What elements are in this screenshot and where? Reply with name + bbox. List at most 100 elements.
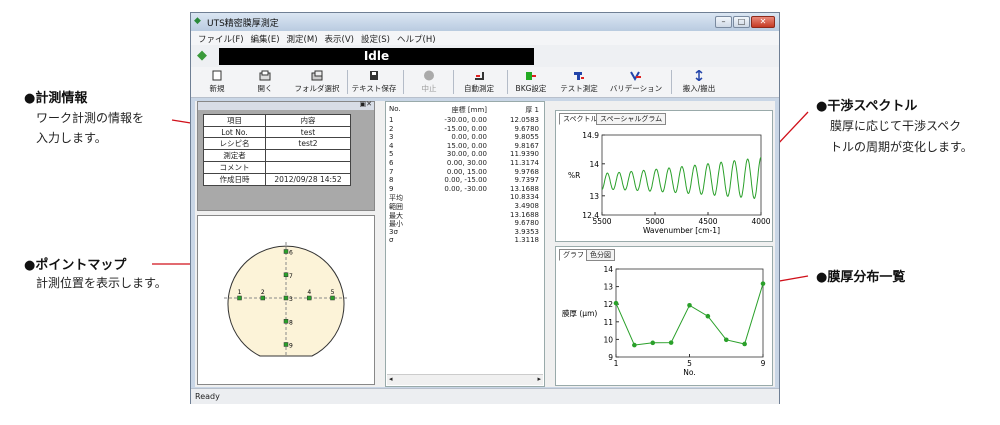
auto-measure-button[interactable]: 自動測定 [457, 67, 501, 97]
info-value-recipe[interactable]: test2 [265, 137, 351, 150]
folder-select-button[interactable]: フォルダ選択 [291, 67, 343, 97]
menu-view[interactable]: 表示(V) [325, 33, 354, 45]
tab-color-map[interactable]: 色分図 [586, 249, 615, 261]
list-cell-thickness: 9.8167 [514, 141, 540, 150]
list-row[interactable]: 2 -15.00, 0.00 9.6780 [389, 125, 539, 133]
map-point[interactable] [330, 295, 335, 301]
map-point[interactable] [283, 319, 289, 324]
x-tick-label: 5 [687, 359, 692, 368]
list-cell-thickness: 13.1688 [510, 184, 539, 193]
list-cell-no: σ [389, 236, 394, 245]
list-row[interactable]: 9 0.00, -30.00 13.1688 [389, 185, 539, 193]
list-cell-coord: -15.00, 0.00 [444, 124, 487, 133]
tab-graph[interactable]: グラフ [559, 249, 588, 261]
list-row[interactable]: 6 0.00, 30.00 11.3174 [389, 159, 539, 167]
list-row[interactable]: 最大 13.1688 [389, 211, 539, 220]
list-cell-no: 3σ [389, 227, 398, 236]
list-row[interactable]: 5 30.00, 0.00 11.9390 [389, 150, 539, 158]
list-row[interactable]: 最小 9.6780 [389, 219, 539, 228]
info-value-comment[interactable] [265, 161, 351, 174]
folder-icon [311, 70, 323, 81]
close-button[interactable]: ✕ [751, 16, 775, 28]
minimize-button[interactable]: – [715, 16, 732, 28]
stop-icon [424, 70, 434, 81]
menu-measure[interactable]: 測定(M) [287, 33, 318, 45]
spectrum-panel: スペクトル スペーシャルグラム 5500 5000 4500 4000 12.4 13 14… [555, 110, 773, 242]
test-measure-button[interactable]: テスト測定 [557, 67, 601, 97]
list-cell-thickness: 9.8055 [514, 133, 540, 142]
map-point-label: 4 [307, 289, 311, 296]
y-tick-label: 11 [603, 318, 613, 327]
bkg-settings-label: BKG設定 [515, 84, 547, 93]
validation-button[interactable]: バリデーション [607, 67, 665, 97]
list-row[interactable]: 7 0.00, 15.00 9.9768 [389, 168, 539, 176]
maximize-button[interactable]: □ [733, 16, 750, 28]
info-value-created: 2012/09/28 14:52 [265, 173, 351, 186]
list-row[interactable]: 範囲 3.4908 [389, 202, 540, 211]
list-row[interactable]: 3σ 3.9353 [389, 228, 539, 236]
map-point[interactable] [237, 295, 242, 301]
scroll-right-icon[interactable]: ▸ [537, 375, 541, 383]
bkg-settings-button[interactable]: BKG設定 [511, 67, 551, 97]
list-row[interactable]: 4 15.00, 0.00 9.8167 [389, 142, 539, 150]
load-unload-button[interactable]: 搬入/搬出 [677, 67, 721, 97]
toolbar-separator [671, 70, 672, 94]
y-tick-label: 13 [603, 283, 613, 292]
info-value-lot[interactable]: test [265, 126, 351, 138]
list-cell-thickness: 3.4908 [514, 202, 540, 210]
thickness-distribution-panel: グラフ 色分図 1 5 9 9 10 11 12 13 14 No. 膜厚 (μm) [555, 246, 773, 386]
list-header-coord: 座標 [mm] [451, 106, 487, 114]
panel-close-icon[interactable]: ▣✕ [360, 100, 372, 108]
menu-edit[interactable]: 編集(E) [251, 33, 280, 45]
map-point-label: 7 [289, 273, 293, 280]
tab-spatialgram[interactable]: スペーシャルグラム [596, 113, 667, 125]
save-text-label: テキスト保存 [351, 84, 397, 93]
info-key: 測定者 [203, 149, 266, 162]
scroll-left-icon[interactable]: ◂ [389, 375, 393, 383]
list-row[interactable]: 平均 10.8334 [389, 193, 539, 202]
toolbar-separator [403, 70, 404, 94]
list-row[interactable]: 3 0.00, 0.00 9.8055 [389, 133, 539, 141]
y-tick-label: 10 [603, 335, 613, 344]
info-header-content: 内容 [265, 114, 351, 127]
toolbar: 新規 開く フォルダ選択 テキスト保存 中止 自動測定 BKG設定 テスト測定 … [191, 67, 779, 98]
info-key: レシピ名 [203, 137, 266, 150]
menu-help[interactable]: ヘルプ(H) [397, 33, 436, 45]
thickness-chart: 1 5 9 9 10 11 12 13 14 No. 膜厚 (μm) [562, 265, 766, 377]
map-point-label: 5 [331, 289, 335, 296]
info-value-operator[interactable] [265, 149, 351, 162]
menu-file[interactable]: ファイル(F) [198, 33, 244, 45]
thickness-point [705, 313, 711, 319]
stop-button[interactable]: 中止 [409, 67, 449, 97]
list-row[interactable]: σ 1.3118 [389, 236, 539, 244]
title-bar[interactable]: ◆ UTS精密膜厚測定 – □ ✕ [191, 13, 779, 31]
x-tick-label: 4000 [751, 217, 770, 226]
info-key: Lot No. [203, 126, 266, 138]
auto-measure-label: 自動測定 [464, 84, 494, 93]
x-tick-label: 4500 [698, 217, 717, 226]
horizontal-scrollbar[interactable]: ◂ ▸ [387, 374, 543, 385]
thickness-point [650, 340, 656, 346]
thickness-point [742, 341, 747, 347]
y-axis-label: %R [568, 171, 580, 180]
list-row[interactable]: 8 0.00, -15.00 9.7397 [389, 176, 539, 184]
map-point[interactable] [283, 249, 289, 254]
map-point-label: 3 [289, 296, 293, 303]
new-button[interactable]: 新規 [197, 67, 237, 97]
spectrum-series-line [601, 157, 762, 199]
map-point[interactable] [260, 295, 265, 301]
map-point[interactable] [283, 342, 289, 347]
y-tick-label: 9 [608, 353, 613, 362]
list-cell-no: 4 [389, 141, 394, 150]
list-row[interactable]: 1 -30.00, 0.00 12.0583 [389, 116, 539, 124]
open-button[interactable]: 開く [245, 67, 285, 97]
save-text-button[interactable]: テキスト保存 [349, 67, 399, 97]
map-point[interactable] [283, 272, 289, 277]
toolbar-separator [347, 70, 348, 94]
map-point[interactable] [283, 295, 289, 301]
measurement-info-panel: ▣✕ 項目 内容 Lot No. test レシピ名 test2 測定者 コメント 作… [197, 100, 375, 211]
map-point[interactable] [307, 295, 312, 301]
menu-settings[interactable]: 設定(S) [361, 33, 390, 45]
toolbar-separator [507, 70, 508, 94]
app-window: ◆ UTS精密膜厚測定 – □ ✕ ファイル(F) 編集(E) 測定(M) 表示(V)… [190, 12, 780, 404]
